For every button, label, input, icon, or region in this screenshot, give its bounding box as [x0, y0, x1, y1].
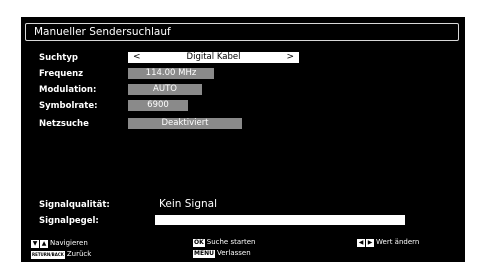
arrow-left-icon: ◀ [357, 238, 365, 247]
legend-menu: MENU Verlassen [193, 249, 251, 258]
title-bar: Manueller Sendersuchlauf [25, 23, 459, 41]
modulation-field[interactable]: AUTO [128, 84, 202, 95]
modulation-label: Modulation: [39, 85, 97, 95]
legend-navigate: ▼ ▲ Navigieren [31, 239, 88, 248]
signal-level-bar [155, 215, 405, 225]
legend-ok-label: Suche starten [206, 238, 256, 246]
legend-navigate-label: Navigieren [50, 239, 88, 247]
page-title: Manueller Sendersuchlauf [34, 26, 171, 38]
menu-key-icon: MENU [193, 249, 215, 258]
search-type-selector[interactable]: < Digital Kabel > [128, 52, 299, 63]
frequency-label: Frequenz [39, 69, 84, 79]
legend-back-label: Zurück [66, 250, 92, 258]
legend-change-value: ◀ ▶ Wert ändern [357, 238, 419, 247]
symbol-rate-field[interactable]: 6900 [128, 100, 188, 111]
arrow-down-icon: ▼ [31, 239, 39, 248]
back-key-icon: RETURN/BACK [31, 250, 65, 259]
network-search-label: Netzsuche [39, 119, 89, 129]
legend-ok: OK Suche starten [193, 238, 256, 247]
chevron-right-icon[interactable]: > [286, 53, 294, 62]
arrow-up-icon: ▲ [40, 239, 48, 248]
legend-menu-label: Verlassen [216, 249, 251, 257]
ok-key-icon: OK [193, 238, 205, 247]
legend-change-value-label: Wert ändern [376, 238, 420, 246]
signal-quality-label: Signalqualität: [39, 200, 110, 210]
chevron-left-icon[interactable]: < [133, 53, 141, 62]
signal-quality-value: Kein Signal [159, 198, 217, 210]
network-search-field[interactable]: Deaktiviert [128, 118, 242, 129]
search-type-value: Digital Kabel [186, 52, 241, 62]
legend-back: RETURN/BACK Zurück [31, 250, 91, 259]
arrow-right-icon: ▶ [366, 238, 374, 247]
signal-level-fill [155, 215, 405, 225]
nav-keys: ▼ ▲ [31, 239, 48, 248]
signal-level-label: Signalpegel: [39, 216, 99, 226]
frequency-field[interactable]: 114.00 MHz [128, 68, 214, 79]
left-right-keys: ◀ ▶ [357, 238, 374, 247]
search-type-label: Suchtyp [39, 53, 78, 63]
symbol-rate-label: Symbolrate: [39, 101, 98, 111]
manual-scan-panel: Manueller Sendersuchlauf Suchtyp < Digit… [21, 17, 465, 262]
